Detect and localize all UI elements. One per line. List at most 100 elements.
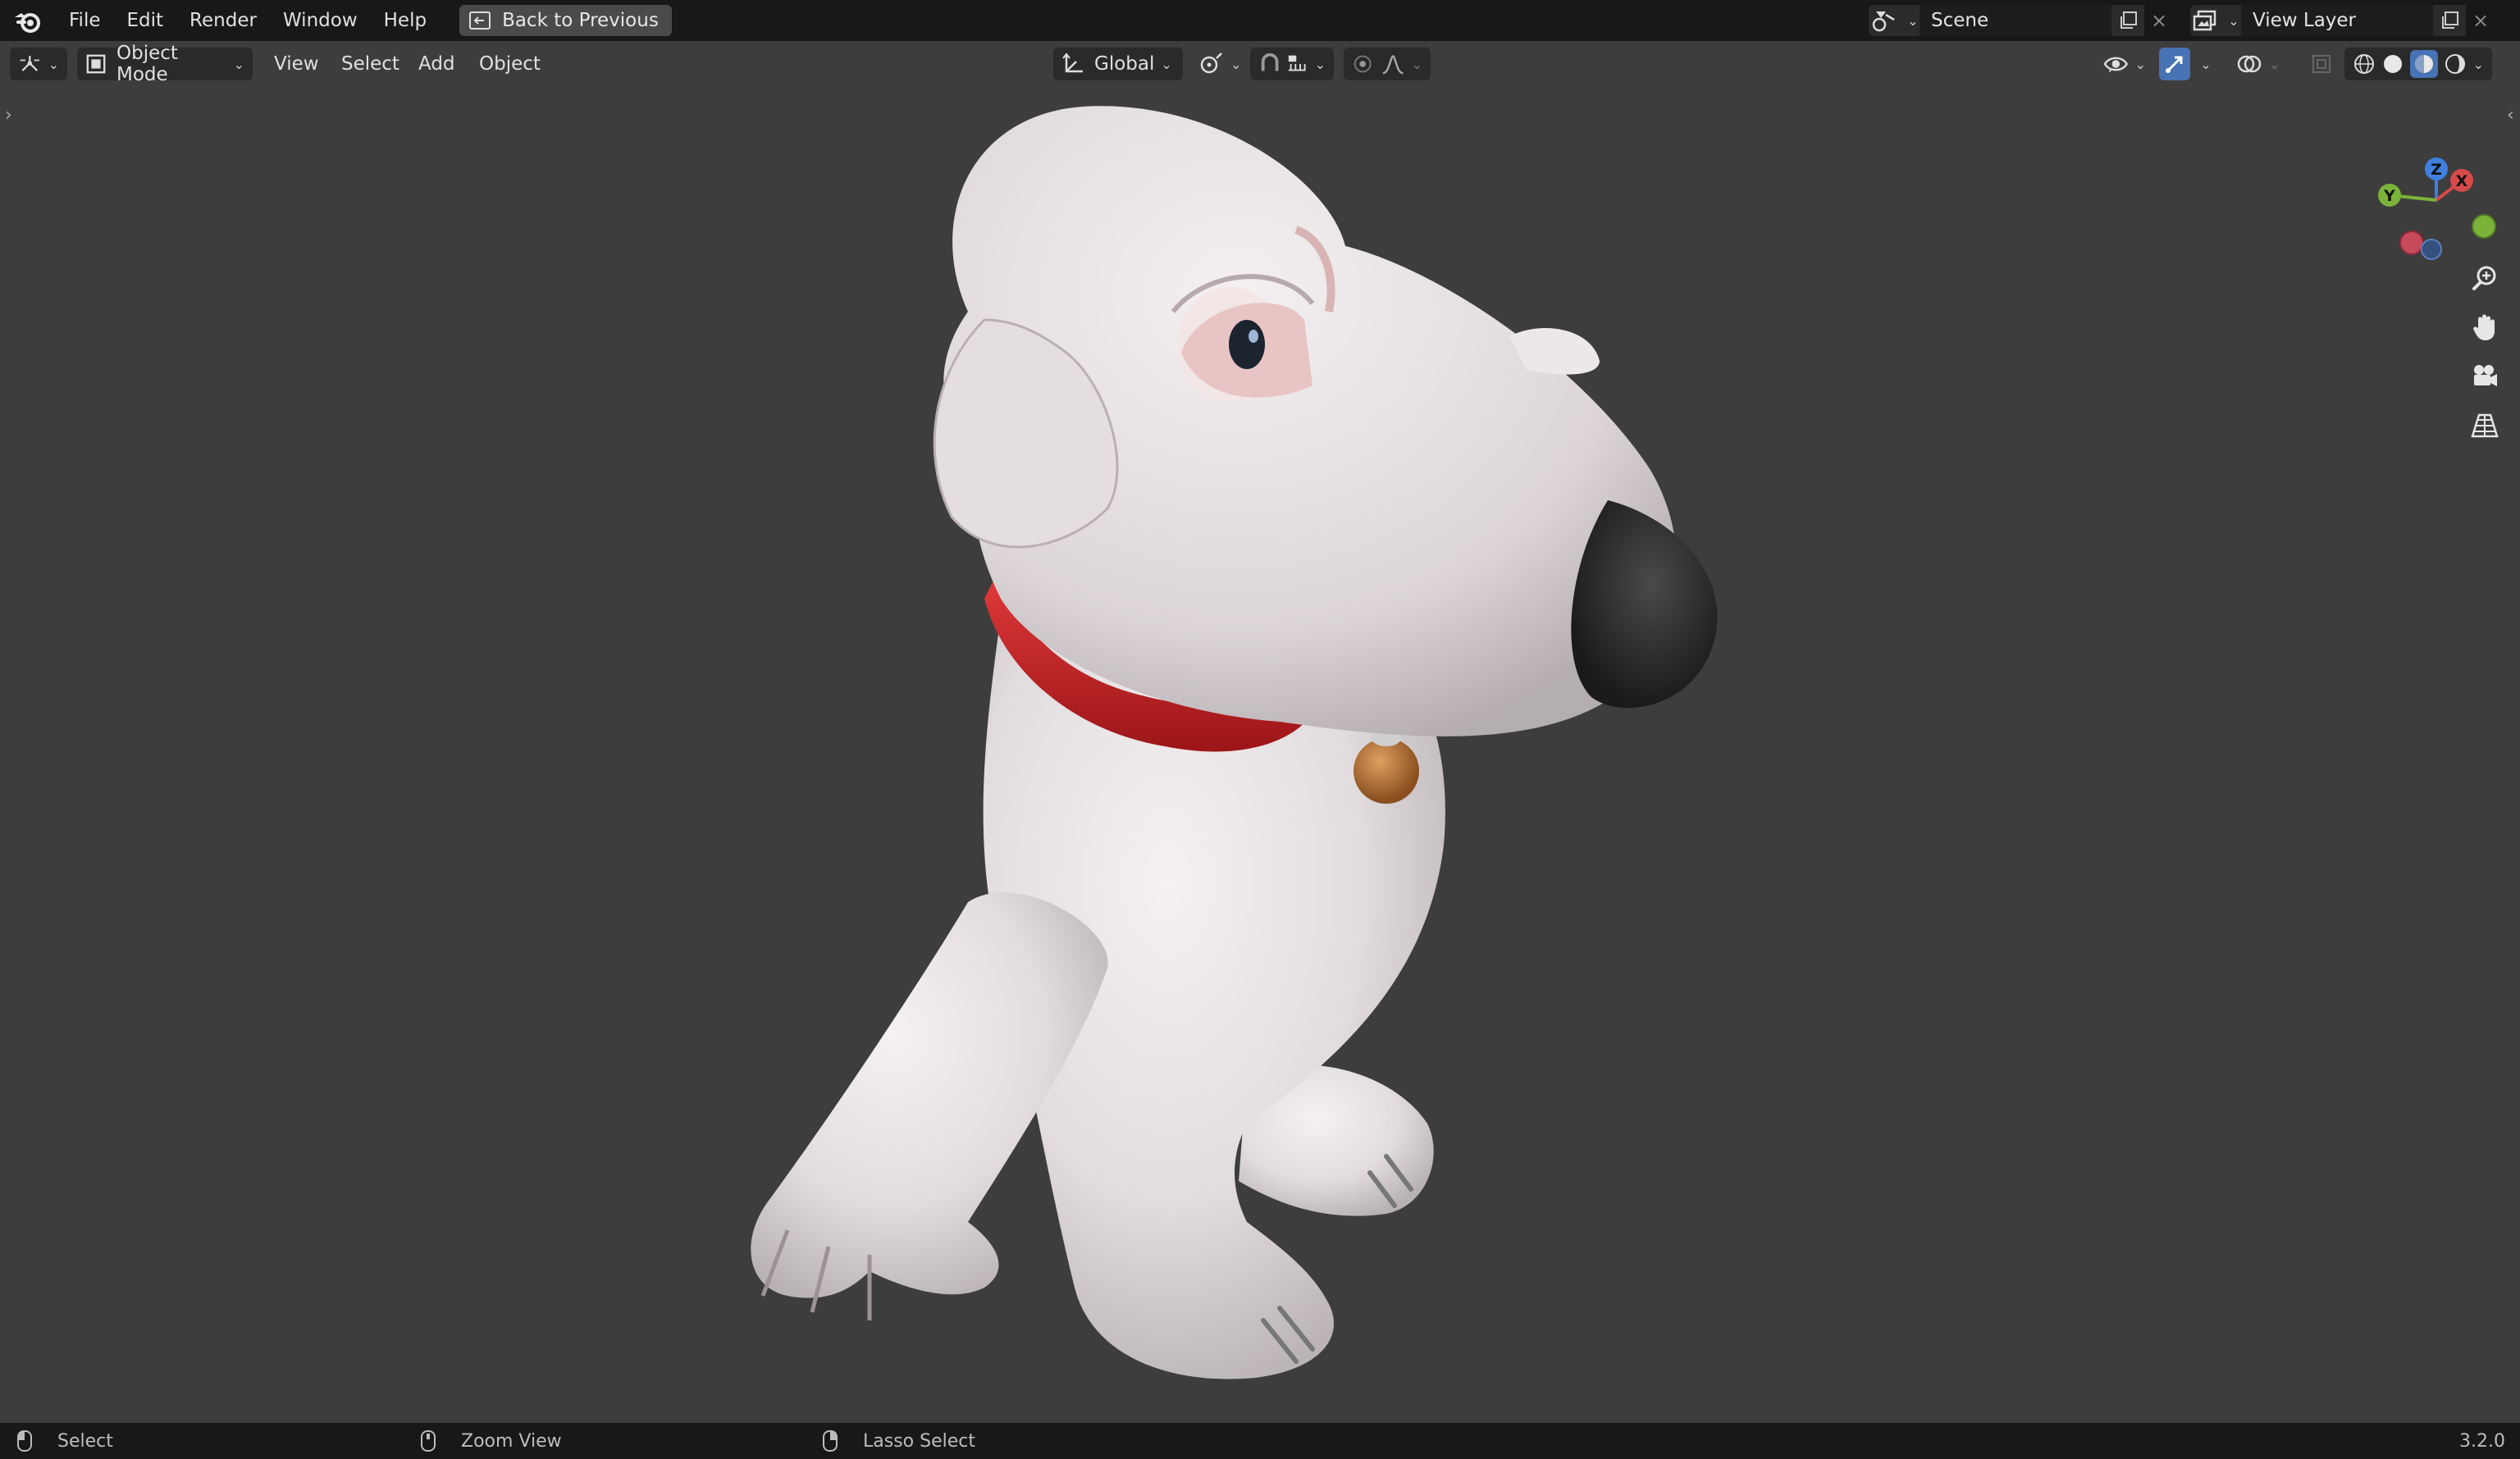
status-zoom-label: Zoom View [461,1430,562,1452]
toolbar-toggle-arrow[interactable]: › [5,105,12,125]
snap-increment-icon [1289,55,1306,71]
gizmo-neg-z-axis[interactable] [2421,239,2442,260]
blender-logo-icon[interactable] [11,4,44,37]
rendered-shading-icon[interactable] [2444,52,2467,75]
view-layer-browse-button[interactable]: ⌄ [2190,5,2241,36]
editor-type-button[interactable]: ⌄ [10,48,67,80]
wireframe-shading-icon[interactable] [2353,52,2376,75]
object-visibility-dropdown[interactable]: ⌄ [2100,48,2149,80]
dog-3d-model[interactable] [0,41,2520,1423]
proportional-editing-toggle[interactable]: ⌄ [1344,48,1431,80]
mouse-icon [823,1430,838,1452]
delete-scene-button[interactable]: × [2144,5,2174,36]
status-lasso-hint: Lasso Select [822,1423,975,1459]
duplicate-icon [2121,11,2137,29]
chevron-down-icon: ⌄ [2228,12,2239,29]
gizmo-neg-x-axis[interactable] [2399,230,2424,255]
menu-file[interactable]: File [56,0,114,41]
overlays-toggle[interactable]: ⌄ [2233,48,2290,80]
chevron-down-icon: ⌄ [1230,56,1242,72]
chevron-down-icon: ⌄ [48,56,59,72]
viewport-header: ⌄ Object Mode ⌄ View Select Add Object G… [0,41,2520,87]
chevron-down-icon[interactable]: ⌄ [2473,57,2484,72]
snap-icon [1261,52,1279,71]
gizmo-z-label: Z [2431,161,2442,179]
status-lasso-label: Lasso Select [863,1430,975,1452]
chevron-down-icon: ⌄ [2269,56,2280,72]
proportional-icon [1354,55,1372,73]
status-zoom-hint: Zoom View [420,1423,562,1459]
3d-viewport[interactable]: › ‹ Z X Y [0,41,2520,1423]
scene-icon [1873,11,1895,32]
transform-orientation-dropdown[interactable]: Global ⌄ [1053,48,1183,80]
pan-hand-icon [2473,314,2495,340]
falloff-curve-icon [1382,55,1404,75]
xray-icon [2312,55,2331,73]
new-scene-button[interactable] [2111,5,2144,36]
duplicate-icon [2442,11,2458,29]
menu-help[interactable]: Help [371,0,440,41]
perspective-grid-icon [2471,413,2499,438]
menu-render[interactable]: Render [176,0,270,41]
object-mode-dropdown[interactable]: Object Mode ⌄ [77,43,253,85]
back-icon [469,11,491,30]
menu-object[interactable]: Object [476,48,544,80]
orientation-icon [1062,52,1083,73]
zoom-icon [2472,266,2496,290]
editor-type-icon [20,56,39,71]
menu-view[interactable]: View [271,48,322,80]
chevron-down-icon: ⌄ [233,56,244,72]
scene-name-field[interactable]: Scene [1920,5,2111,36]
show-gizmo-toggle[interactable] [2159,48,2190,80]
top-bar: File Edit Render Window Help Back to Pre… [0,0,2520,41]
snap-toggle[interactable]: ⌄ [1250,48,1334,80]
gizmo-x-label: X [2456,172,2468,190]
chevron-down-icon: ⌄ [1411,56,1422,72]
chevron-down-icon: ⌄ [1161,56,1172,72]
object-mode-label: Object Mode [116,43,178,85]
blender-window: File Edit Render Window Help Back to Pre… [0,0,2520,1459]
mouse-icon [17,1430,32,1452]
mouse-icon [421,1430,436,1452]
pivot-icon [1200,52,1222,74]
back-to-previous-button[interactable]: Back to Previous [459,5,672,36]
sidebar-toggle-arrow[interactable]: ‹ [2507,105,2514,125]
menu-window[interactable]: Window [270,0,371,41]
camera-icon [2474,365,2497,386]
version-label: 3.2.0 [2459,1430,2505,1452]
new-view-layer-button[interactable] [2433,5,2466,36]
scene-selector: ⌄ Scene × [1869,5,2174,36]
zoom-button[interactable] [2463,256,2507,300]
object-mode-icon [86,54,106,74]
gizmo-icon [2165,56,2183,74]
scene-browse-button[interactable]: ⌄ [1869,5,1920,36]
orientation-label: Global [1094,53,1155,75]
chevron-down-icon: ⌄ [1907,12,1919,29]
delete-view-layer-button[interactable]: × [2466,5,2495,36]
status-bar: Select Zoom View Lasso Select 3.2.0 [0,1423,2520,1459]
pan-button[interactable] [2463,305,2507,349]
perspective-toggle-button[interactable] [2463,404,2507,448]
camera-view-button[interactable] [2463,354,2507,399]
gizmo-options-dropdown[interactable]: ⌄ [2194,48,2218,80]
gizmo-y-label: Y [2383,187,2395,205]
chevron-down-icon: ⌄ [2134,56,2146,72]
chevron-down-icon: ⌄ [1314,56,1326,72]
status-select-label: Select [57,1430,113,1452]
solid-shading-icon[interactable] [2381,52,2404,75]
menu-add[interactable]: Add [415,48,459,80]
chevron-down-icon: ⌄ [2200,56,2212,72]
back-to-previous-label: Back to Previous [502,10,659,31]
view-layer-name-field[interactable]: View Layer [2241,5,2433,36]
view-layer-selector: ⌄ View Layer × [2190,5,2495,36]
xray-toggle[interactable] [2305,48,2338,80]
menu-select[interactable]: Select [338,48,403,80]
overlay-icon [2237,55,2262,73]
shading-mode-group: ⌄ [2344,48,2492,80]
menu-edit[interactable]: Edit [114,0,177,41]
view-layer-icon [2194,10,2216,31]
visibility-icon [2103,57,2129,72]
pivot-point-dropdown[interactable]: ⌄ [1196,48,1245,80]
material-shading-icon[interactable] [2410,50,2439,78]
gizmo-neg-y-axis[interactable] [2472,214,2496,239]
